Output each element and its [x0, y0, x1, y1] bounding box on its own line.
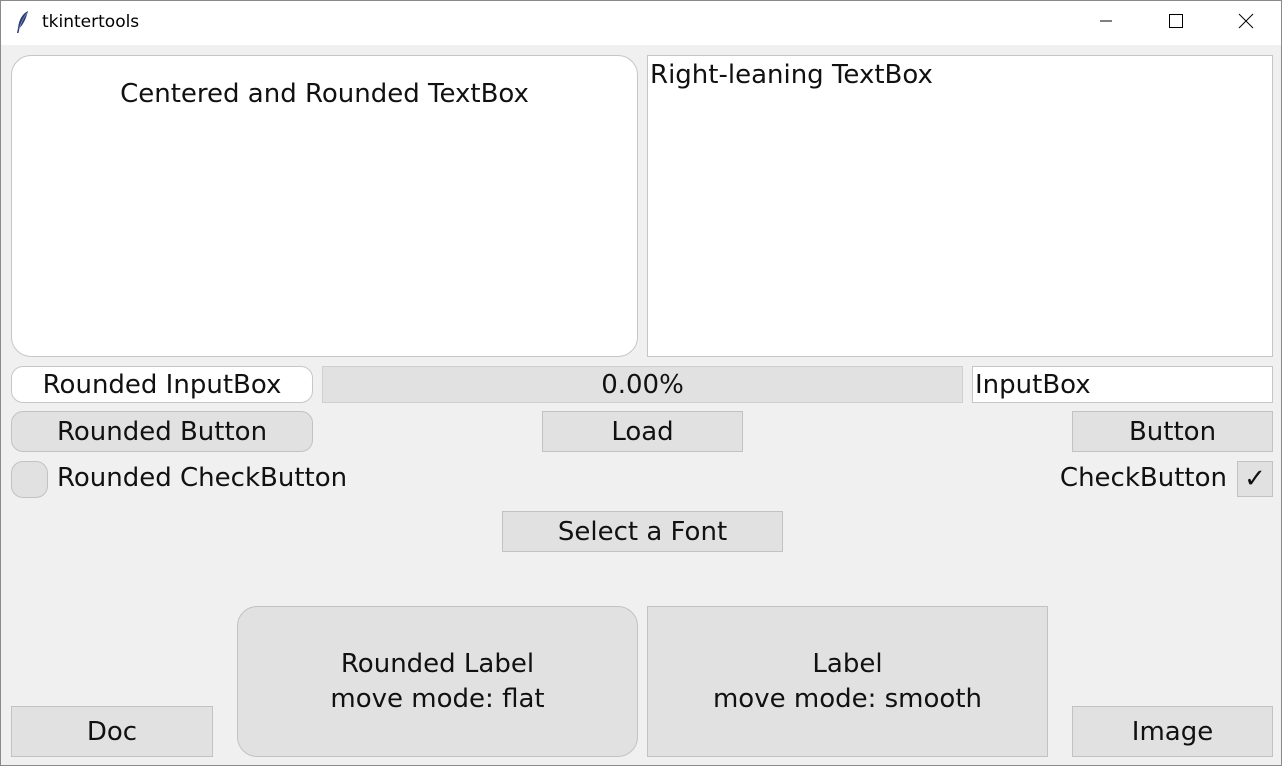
- maximize-icon: [1168, 13, 1184, 33]
- checkbutton[interactable]: ✓: [1237, 461, 1273, 497]
- progress-bar: 0.00%: [322, 366, 963, 403]
- rounded-label-line2: move mode: flat: [330, 683, 545, 714]
- rounded-textbox[interactable]: Centered and Rounded TextBox: [11, 55, 638, 357]
- rounded-label[interactable]: Rounded Label move mode: flat: [237, 606, 638, 757]
- right-textbox[interactable]: Right-leaning TextBox: [647, 55, 1273, 357]
- rounded-inputbox[interactable]: Rounded InputBox: [11, 366, 313, 403]
- doc-button[interactable]: Doc: [11, 706, 213, 757]
- minimize-button[interactable]: [1071, 1, 1141, 45]
- plain-label-line2: move mode: smooth: [712, 683, 982, 714]
- plain-button-label: Button: [1128, 416, 1217, 447]
- image-button[interactable]: Image: [1072, 706, 1273, 757]
- maximize-button[interactable]: [1141, 1, 1211, 45]
- right-textbox-text: Right-leaning TextBox: [650, 60, 933, 90]
- app-window: tkintertools Centered and Rounded TextBo…: [0, 0, 1282, 766]
- rounded-button[interactable]: Rounded Button: [11, 411, 313, 452]
- feather-icon: [15, 10, 31, 34]
- close-icon: [1238, 13, 1254, 33]
- plain-label[interactable]: Label move mode: smooth: [647, 606, 1048, 757]
- window-title: tkintertools: [42, 12, 140, 32]
- rounded-textbox-text: Centered and Rounded TextBox: [120, 79, 529, 109]
- minimize-icon: [1098, 13, 1114, 33]
- plain-inputbox-text: InputBox: [975, 369, 1091, 400]
- checkmark-icon: ✓: [1244, 464, 1266, 494]
- rounded-label-line1: Rounded Label: [340, 648, 535, 679]
- doc-button-label: Doc: [86, 716, 138, 747]
- title-bar: tkintertools: [1, 1, 1281, 45]
- plain-button[interactable]: Button: [1072, 411, 1273, 452]
- select-font-button[interactable]: Select a Font: [502, 511, 783, 552]
- rounded-checkbutton-label[interactable]: Rounded CheckButton: [57, 463, 347, 493]
- close-button[interactable]: [1211, 1, 1281, 45]
- rounded-button-label: Rounded Button: [56, 416, 268, 447]
- image-button-label: Image: [1131, 716, 1214, 747]
- plain-inputbox[interactable]: InputBox: [972, 366, 1273, 403]
- load-button[interactable]: Load: [542, 411, 743, 452]
- plain-label-line1: Label: [812, 648, 883, 679]
- rounded-checkbutton[interactable]: [11, 461, 48, 498]
- select-font-button-label: Select a Font: [557, 516, 728, 547]
- rounded-inputbox-text: Rounded InputBox: [42, 369, 282, 400]
- load-button-label: Load: [611, 416, 674, 447]
- checkbutton-label[interactable]: CheckButton: [1060, 463, 1227, 493]
- progress-label: 0.00%: [601, 369, 684, 400]
